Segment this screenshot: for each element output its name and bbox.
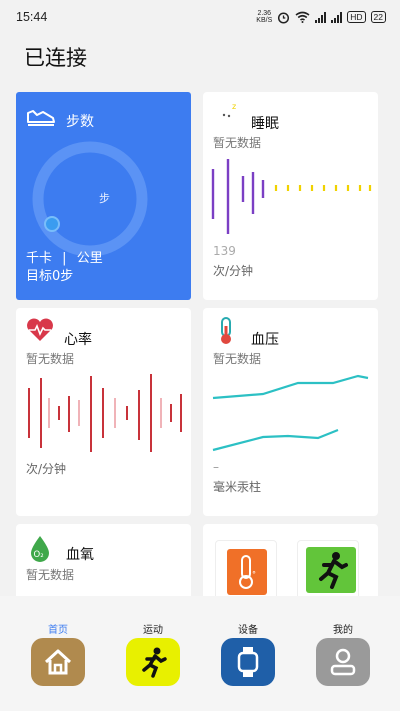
- steps-goal: 目标0步: [26, 269, 74, 284]
- blood-pressure-dash: –: [213, 460, 219, 474]
- heart-rate-no-data: 暂无数据: [26, 352, 75, 366]
- status-bar: 15:44 2.36 KB/S HD 22: [0, 0, 400, 34]
- tab-sport[interactable]: 运动: [113, 596, 193, 696]
- status-icons: 2.36 KB/S HD 22: [256, 10, 386, 24]
- svg-text:z: z: [232, 102, 236, 111]
- heart-rate-title: 心率: [64, 332, 92, 348]
- running-icon: [126, 638, 180, 686]
- network-speed-value: 2.36: [257, 10, 272, 17]
- tools-card: °: [203, 524, 378, 604]
- shoe-icon: [27, 110, 55, 126]
- watch-icon: [221, 638, 275, 686]
- network-speed-unit: KB/S: [256, 17, 273, 24]
- runner-icon: [306, 547, 356, 593]
- svg-text:°: °: [252, 570, 256, 579]
- oxygen-drop-icon: O₂: [31, 536, 49, 562]
- tab-home[interactable]: 首页: [18, 596, 98, 696]
- blood-pressure-title: 血压: [251, 332, 279, 348]
- running-tool-button[interactable]: [297, 540, 359, 600]
- alarm-icon: [278, 11, 290, 24]
- sleep-no-data: 暂无数据: [213, 136, 262, 150]
- tab-device[interactable]: 设备: [208, 596, 288, 696]
- bottom-tab-bar: 首页 运动 设备 我的: [0, 596, 400, 711]
- sleep-value: 139: [213, 244, 236, 258]
- tab-profile[interactable]: 我的: [303, 596, 383, 696]
- heart-rate-card[interactable]: 心率 暂无数据 次/分钟: [16, 308, 191, 516]
- sleep-title: 睡眠: [251, 116, 279, 132]
- profile-icon: [316, 638, 370, 686]
- blood-oxygen-no-data: 暂无数据: [26, 568, 75, 582]
- blood-oxygen-card[interactable]: O₂ 血氧 暂无数据: [16, 524, 191, 604]
- oxygen-icon-text: O₂: [34, 550, 44, 560]
- tab-home-label: 首页: [48, 625, 68, 636]
- blood-oxygen-title: 血氧: [66, 547, 94, 563]
- tab-profile-label: 我的: [333, 625, 353, 636]
- temperature-tool-button[interactable]: °: [215, 540, 277, 600]
- steps-units-row: 千卡 | 公里: [26, 247, 103, 266]
- status-time: 15:44: [16, 10, 48, 24]
- steps-ring-label: 步: [99, 192, 110, 205]
- battery-indicator: 22: [370, 11, 386, 23]
- sleep-card[interactable]: z 睡眠 暂无数据 139 次/分钟: [203, 92, 378, 300]
- network-speed: 2.36 KB/S: [256, 10, 272, 24]
- heart-rate-chart: [28, 374, 182, 452]
- page-title: 已连接: [24, 46, 87, 70]
- tab-sport-label: 运动: [143, 625, 163, 636]
- steps-progress-ring: [32, 141, 148, 257]
- blood-pressure-card[interactable]: 血压 暂无数据 – 毫米汞柱: [203, 308, 378, 516]
- heart-rate-unit: 次/分钟: [26, 462, 67, 476]
- units-separator: |: [62, 251, 67, 266]
- temperature-icon: °: [227, 549, 267, 595]
- thermometer-icon: [221, 317, 231, 344]
- heart-pulse-icon: [27, 318, 53, 341]
- steps-title: 步数: [66, 114, 94, 130]
- moon-icon: z: [218, 102, 236, 123]
- signal-icon-2: [331, 11, 343, 23]
- km-unit: 公里: [76, 251, 103, 266]
- kcal-unit: 千卡: [26, 251, 53, 266]
- steps-card[interactable]: 步数 步 千卡 | 公里 目标0步: [16, 92, 191, 300]
- hd-icon: HD: [347, 11, 366, 23]
- sleep-unit: 次/分钟: [213, 264, 254, 278]
- home-icon: [31, 638, 85, 686]
- signal-icon: [315, 11, 327, 23]
- tab-device-label: 设备: [238, 625, 258, 636]
- wifi-icon: [295, 11, 310, 23]
- blood-pressure-no-data: 暂无数据: [213, 352, 262, 366]
- blood-pressure-unit: 毫米汞柱: [213, 480, 262, 494]
- blood-pressure-chart: [212, 374, 369, 452]
- sleep-chart: [211, 159, 372, 234]
